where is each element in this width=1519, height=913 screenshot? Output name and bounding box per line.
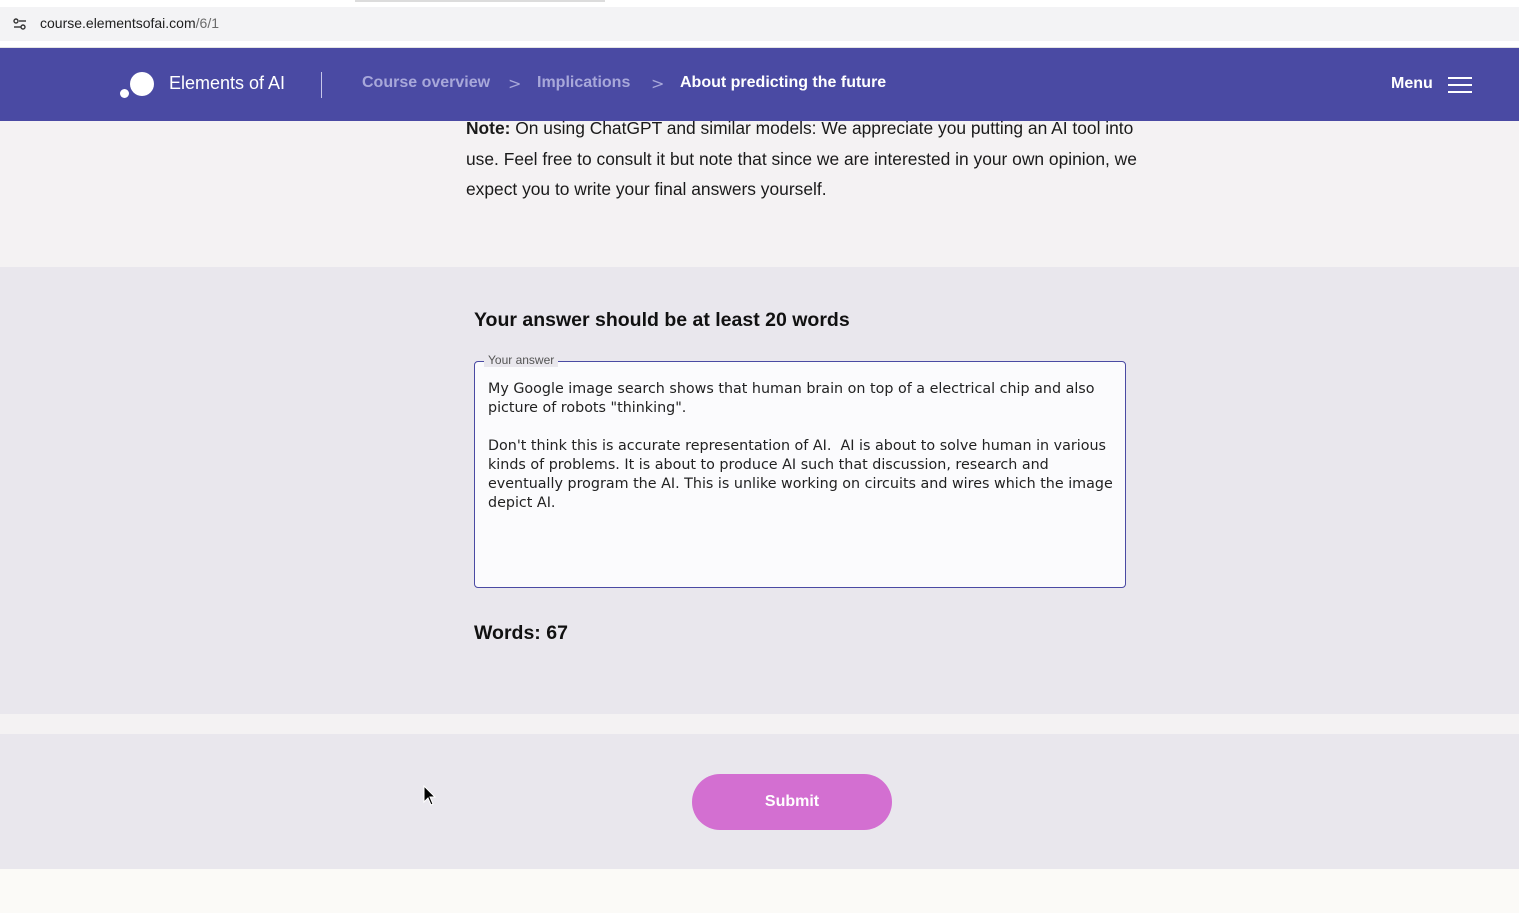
brand-name[interactable]: Elements of AI: [169, 73, 285, 94]
browser-address-bar: course.elementsofai.com/6/1: [0, 0, 1519, 48]
breadcrumb-current-page: About predicting the future: [680, 74, 887, 91]
answer-field-label: Your answer: [484, 353, 559, 367]
page-footer: [0, 869, 1519, 913]
breadcrumb-implications[interactable]: Implications: [537, 74, 630, 92]
url-text[interactable]: course.elementsofai.com/6/1: [40, 15, 219, 31]
url-path: /6/1: [195, 15, 219, 31]
mouse-pointer-icon: [423, 785, 437, 806]
address-field[interactable]: [0, 7, 1519, 41]
word-count: Words: 67: [474, 622, 568, 644]
chevron-right-icon: >: [651, 74, 665, 93]
url-host: course.elementsofai.com: [40, 15, 196, 31]
section-gap: [0, 714, 1519, 734]
hamburger-icon[interactable]: [1448, 77, 1472, 93]
submit-button[interactable]: Submit: [692, 774, 892, 830]
note-label: Note:: [466, 118, 511, 138]
nav-divider: [321, 72, 322, 98]
site-settings-icon[interactable]: [12, 16, 28, 32]
browser-tab-indicator: [355, 0, 605, 2]
answer-textarea[interactable]: My Google image search shows that human …: [488, 380, 1118, 580]
note-body: On using ChatGPT and similar models: We …: [466, 118, 1137, 199]
note-paragraph: Note: On using ChatGPT and similar model…: [466, 113, 1146, 205]
chevron-right-icon: >: [508, 74, 522, 93]
logo-icon-large-dot: [130, 72, 154, 96]
menu-button-label[interactable]: Menu: [1391, 75, 1433, 93]
answer-requirement-heading: Your answer should be at least 20 words: [474, 309, 850, 331]
logo-icon-small-dot: [120, 89, 129, 98]
breadcrumb-course-overview[interactable]: Course overview: [362, 74, 490, 92]
